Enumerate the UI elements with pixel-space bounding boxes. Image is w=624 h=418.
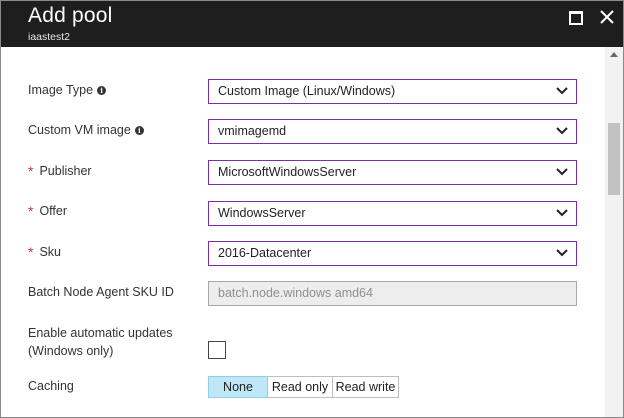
required-marker: * <box>28 163 34 179</box>
chevron-down-icon <box>556 87 568 95</box>
blade-title: Add pool <box>28 4 113 27</box>
chevron-down-icon <box>556 249 568 257</box>
node-agent-sku-label: Batch Node Agent SKU ID <box>28 285 174 299</box>
scroll-thumb[interactable] <box>608 123 620 195</box>
custom-vm-image-label: Custom VM image i <box>28 123 144 137</box>
custom-vm-image-dropdown[interactable]: vmimagemd <box>208 119 577 144</box>
required-marker: * <box>28 244 34 260</box>
offer-dropdown[interactable]: WindowsServer <box>208 201 577 226</box>
image-type-dropdown[interactable]: Custom Image (Linux/Windows) <box>208 79 577 104</box>
caching-label: Caching <box>28 379 74 393</box>
caching-options: None Read only Read write <box>208 376 399 398</box>
auto-updates-label: Enable automatic updates (Windows only) <box>28 326 173 358</box>
chevron-down-icon <box>556 127 568 135</box>
image-type-label: Image Type i <box>28 83 107 97</box>
caching-option-read-write[interactable]: Read write <box>332 376 399 398</box>
caching-option-none[interactable]: None <box>208 376 268 398</box>
auto-updates-checkbox[interactable] <box>208 341 226 359</box>
chevron-down-icon <box>556 209 568 217</box>
node-agent-sku-field: batch.node.windows amd64 <box>208 281 577 306</box>
caching-option-read-only[interactable]: Read only <box>267 376 333 398</box>
maximize-button[interactable] <box>567 8 585 26</box>
info-icon[interactable]: i <box>134 125 144 135</box>
vertical-scrollbar[interactable] <box>605 47 623 417</box>
close-icon <box>600 10 614 24</box>
blade-content: Image Type i Custom Image (Linux/Windows… <box>1 47 605 417</box>
close-button[interactable] <box>598 8 616 26</box>
scroll-up-arrow-icon[interactable] <box>610 52 618 57</box>
publisher-label: * Publisher <box>28 163 92 179</box>
maximize-icon <box>569 11 583 25</box>
blade-header: Add pool iaastest2 <box>1 1 623 47</box>
chevron-down-icon <box>556 168 568 176</box>
publisher-dropdown[interactable]: MicrosoftWindowsServer <box>208 160 577 185</box>
offer-label: * Offer <box>28 203 68 219</box>
sku-dropdown[interactable]: 2016-Datacenter <box>208 241 577 266</box>
add-pool-blade: Add pool iaastest2 Image Type i Custom I… <box>0 0 624 418</box>
sku-label: * Sku <box>28 244 61 260</box>
info-icon[interactable]: i <box>97 85 107 95</box>
blade-subtitle: iaastest2 <box>28 31 71 43</box>
required-marker: * <box>28 203 34 219</box>
